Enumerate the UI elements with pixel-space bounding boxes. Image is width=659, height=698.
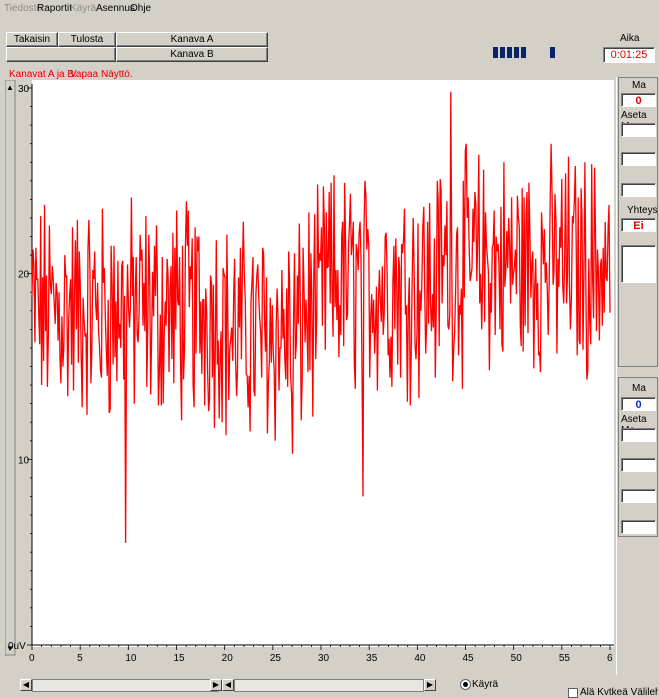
menu-reports[interactable]: Raportit: [37, 3, 72, 14]
set-max-input-bottom-4[interactable]: [621, 520, 656, 534]
x-tick-label: 5: [77, 653, 83, 664]
x-tick-label: 20: [222, 653, 234, 664]
x-tick-label: 6: [607, 653, 613, 664]
x-tick-label: 50: [511, 653, 523, 664]
horizontal-scrollbar-1[interactable]: [32, 679, 218, 692]
time-label: Aika: [620, 33, 640, 44]
channel-b-field: Kanava B: [116, 47, 268, 62]
y-scrollbar: [4, 79, 16, 656]
progress-indicator: [492, 45, 558, 60]
scroll-left-icon[interactable]: ◀: [20, 679, 32, 691]
mode-label: Vapaa Näyttö.: [70, 69, 133, 80]
channel-a-field: Kanava A: [116, 32, 268, 47]
menu-help[interactable]: Ohje: [130, 3, 151, 14]
y-tick-label: 30: [18, 84, 30, 95]
y-tick-label: 0uV: [8, 641, 26, 652]
time-display: 0:01:25: [603, 47, 655, 63]
y-tick-label: 20: [18, 270, 30, 281]
set-max-input-bottom-1[interactable]: [621, 428, 656, 442]
y-tick-label: 10: [18, 455, 30, 466]
connection-box: [621, 245, 656, 283]
x-tick-label: 25: [270, 653, 282, 664]
right-panel: Ma 0 Aseta Ma. Yhteys Ei Ma 0 Aseta Ma.: [616, 77, 659, 675]
set-max-input-bottom-2[interactable]: [621, 458, 656, 472]
set-max-input-top-2[interactable]: [621, 152, 656, 166]
x-tick-label: 55: [559, 653, 571, 664]
status-bar: ◀ ▶ ◀ ▶ Käyrä Älä Kytkeä Välilehtiä: [0, 676, 659, 698]
connection-status: Ei: [621, 218, 656, 232]
time-value: 0:01:25: [610, 49, 648, 61]
tabs-checkbox-label: Älä Kytkeä Välilehtiä: [580, 687, 658, 695]
set-max-input-top-1[interactable]: [621, 123, 656, 137]
x-tick-label: 35: [366, 653, 378, 664]
horizontal-scrollbar-2[interactable]: [234, 679, 424, 692]
x-tick-label: 40: [414, 653, 426, 664]
print-button[interactable]: Tulosta: [58, 32, 116, 47]
back-button[interactable]: Takaisin: [6, 32, 58, 47]
max-value-top: 0: [621, 93, 656, 107]
blank-button[interactable]: [6, 47, 116, 62]
x-tick-label: 45: [463, 653, 475, 664]
plot-area: ▲ ▼ 30 20 10 0uV 0 5 10 15 20 25 30 35 40 45 50 55 6: [4, 79, 614, 675]
connection-label: Yhteys: [627, 205, 658, 216]
plot-background: [32, 80, 614, 647]
channels-label: Kanavat A ja B:: [9, 69, 77, 80]
max-label-bottom: Ma: [632, 383, 646, 394]
x-tick-label: 10: [125, 653, 137, 664]
curve-radio-label: Käyrä: [472, 679, 499, 690]
y-scroll-up-icon: ▲: [6, 83, 14, 92]
chart-svg: ▲▼3020100uV0 5 10 15 20 25 30 35 40 45 50 55 6: [4, 79, 614, 664]
max-label-top: Ma: [632, 80, 646, 91]
scroll-right-icon-2[interactable]: ▶: [424, 679, 436, 691]
x-tick-label: 15: [174, 653, 186, 664]
menu-bar: Tiedosto Raportit Käyrä Asennus Ohje: [0, 0, 659, 18]
scroll-right-icon[interactable]: ▶: [210, 679, 222, 691]
scroll-left-icon-2[interactable]: ◀: [222, 679, 234, 691]
set-max-input-bottom-3[interactable]: [621, 489, 656, 503]
curve-radio[interactable]: [460, 679, 471, 690]
x-tick-label: 30: [318, 653, 330, 664]
max-value-bottom: 0: [621, 397, 656, 411]
menu-curve[interactable]: Käyrä: [70, 3, 96, 14]
tabs-checkbox[interactable]: [568, 688, 578, 698]
set-max-input-top-3[interactable]: [621, 183, 656, 197]
x-tick-label: 0: [29, 653, 35, 664]
